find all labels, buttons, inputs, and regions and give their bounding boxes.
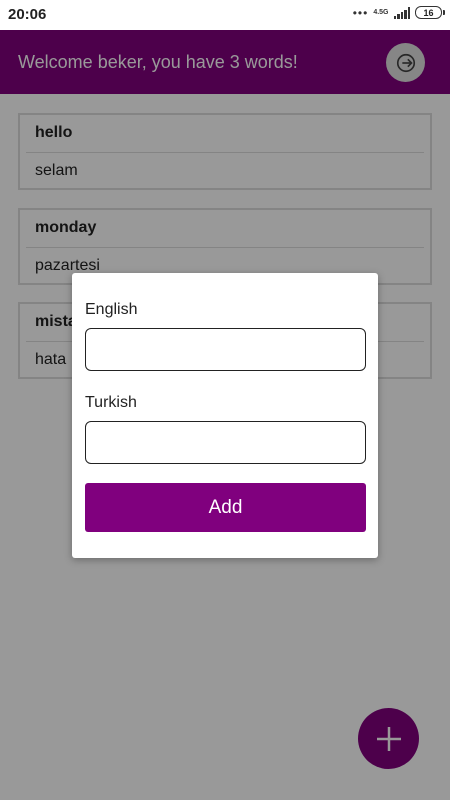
english-label: English: [85, 301, 138, 318]
notification-dots-icon: •••: [352, 5, 369, 20]
turkish-label: Turkish: [85, 394, 137, 411]
status-time: 20:06: [8, 6, 47, 23]
status-bar: 20:06 ••• 4.5G 16: [0, 0, 450, 30]
add-button[interactable]: Add: [85, 483, 366, 532]
status-icons: ••• 4.5G 16: [352, 5, 445, 20]
english-input[interactable]: [85, 328, 366, 371]
network-type-label: 4.5G: [373, 9, 389, 16]
turkish-input[interactable]: [85, 421, 366, 464]
signal-icon: [393, 6, 410, 19]
add-word-dialog: English Turkish Add: [72, 273, 378, 558]
battery-icon: 16: [415, 6, 445, 19]
battery-level: 16: [423, 7, 434, 18]
